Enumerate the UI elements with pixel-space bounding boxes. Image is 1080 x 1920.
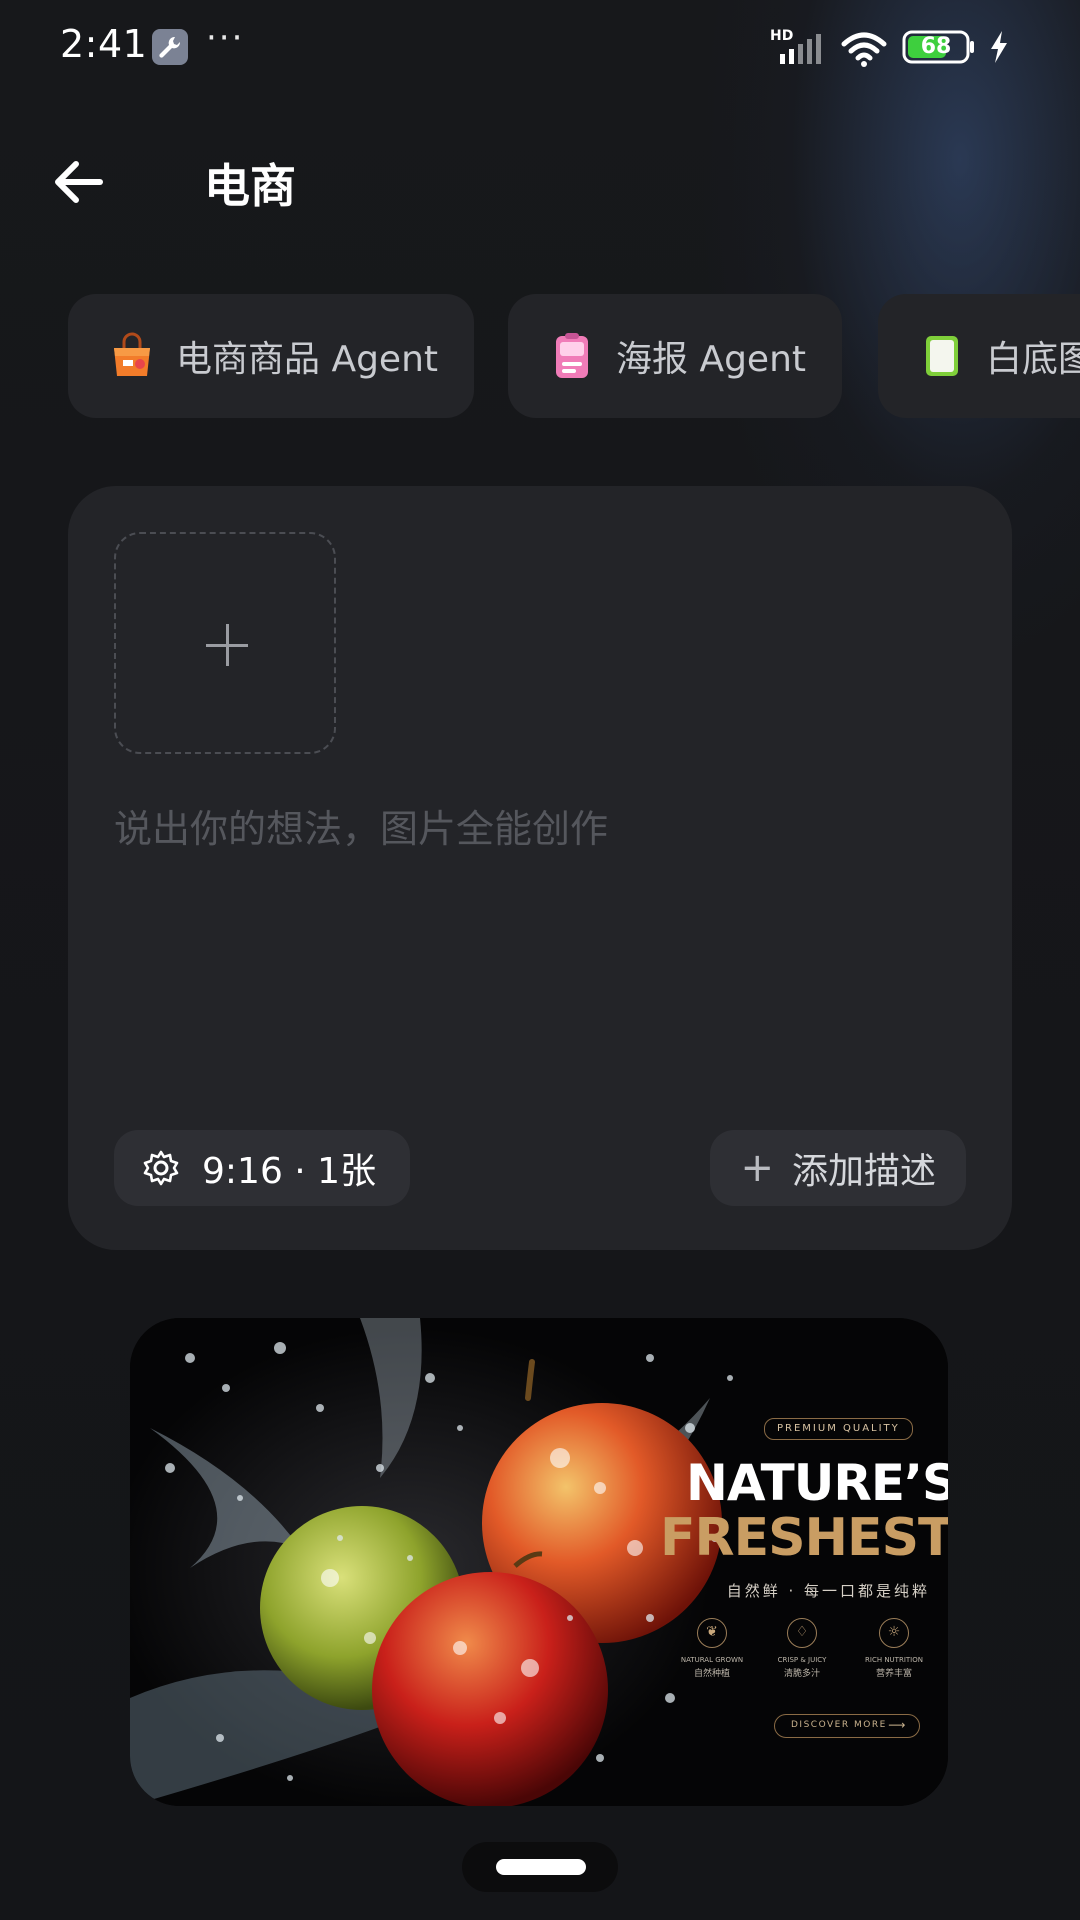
preview-headline-line1: NATURE’S <box>686 1454 948 1512</box>
add-description-label: 添加描述 <box>791 1151 936 1192</box>
gear-icon <box>143 1150 179 1186</box>
feature-juicy: ♢ CRISP & JUICY 清脆多汁 <box>762 1618 842 1679</box>
premium-quality-badge: PREMIUM QUALITY <box>764 1418 913 1440</box>
screen: 2:41 ··· HD 68 电商 电商商品 Agent 海报 Agent 白底… <box>0 0 1080 1920</box>
chip-label: 电商商品 Agent <box>176 339 439 380</box>
battery-level: 68 <box>920 34 952 59</box>
generation-settings-button[interactable]: 9:16 · 1张 <box>114 1130 411 1206</box>
chip-label: 海报 Agent <box>616 339 807 380</box>
home-indicator[interactable] <box>496 1859 586 1875</box>
wrench-icon <box>152 29 188 65</box>
feature-en: RICH NUTRITION <box>865 1656 923 1664</box>
feature-cn: 营养丰富 <box>875 1669 912 1679</box>
signal-icon <box>780 34 821 64</box>
status-time: 2:41 <box>60 22 148 66</box>
upload-image-button[interactable] <box>114 532 336 754</box>
feature-cn: 自然种植 <box>693 1669 730 1679</box>
poster-icon <box>556 333 588 378</box>
generated-image-preview[interactable]: PREMIUM QUALITY NATURE’S FRESHEST 自然鲜 · … <box>130 1318 948 1806</box>
preview-headline-line2: FRESHEST <box>660 1508 948 1568</box>
chip-ecommerce-agent[interactable]: 电商商品 Agent <box>68 294 474 418</box>
settings-label: 9:16 · 1张 <box>202 1151 377 1192</box>
discover-more-button: DISCOVER MORE ⟶ <box>774 1714 920 1738</box>
agent-chip-row[interactable]: 电商商品 Agent 海报 Agent 白底图 <box>68 294 1080 418</box>
shopping-bag-icon <box>114 332 150 376</box>
add-description-button[interactable]: + 添加描述 <box>710 1130 966 1206</box>
composer-card: 说出你的想法，图片全能创作 9:16 · 1张 + 添加描述 <box>68 486 1012 1250</box>
charging-icon <box>991 31 1007 63</box>
drop-icon: ♢ <box>787 1618 817 1648</box>
status-icons: HD 68 <box>770 28 1020 68</box>
chip-white-background[interactable]: 白底图 <box>878 294 1080 418</box>
feature-cn: 清脆多汁 <box>783 1669 820 1679</box>
arrow-right-icon: ⟶ <box>888 1718 907 1732</box>
feature-nutrition: ☼ RICH NUTRITION 营养丰富 <box>854 1618 934 1679</box>
plus-icon: + <box>740 1145 774 1191</box>
chip-label: 白底图 <box>986 339 1080 380</box>
chip-poster-agent[interactable]: 海报 Agent <box>508 294 842 418</box>
feature-natural: ❦ NATURAL GROWN 自然种植 <box>672 1618 752 1679</box>
feature-en: CRISP & JUICY <box>777 1656 827 1664</box>
back-arrow-icon[interactable] <box>50 154 106 210</box>
preview-subtitle: 自然鲜 · 每一口都是纯粹 <box>726 1582 930 1600</box>
prompt-input[interactable]: 说出你的想法，图片全能创作 <box>114 798 608 853</box>
feature-en: NATURAL GROWN <box>680 1656 744 1664</box>
leaf-icon: ❦ <box>697 1618 727 1648</box>
plus-icon-vertical <box>226 624 229 666</box>
white-background-icon <box>926 336 958 376</box>
status-bar: 2:41 ··· HD 68 <box>0 0 1080 96</box>
wifi-icon <box>841 32 887 67</box>
page-title: 电商 <box>204 159 296 213</box>
more-notifications-icon: ··· <box>206 18 245 58</box>
discover-more-label: DISCOVER MORE <box>791 1720 887 1730</box>
sun-icon: ☼ <box>879 1618 909 1648</box>
